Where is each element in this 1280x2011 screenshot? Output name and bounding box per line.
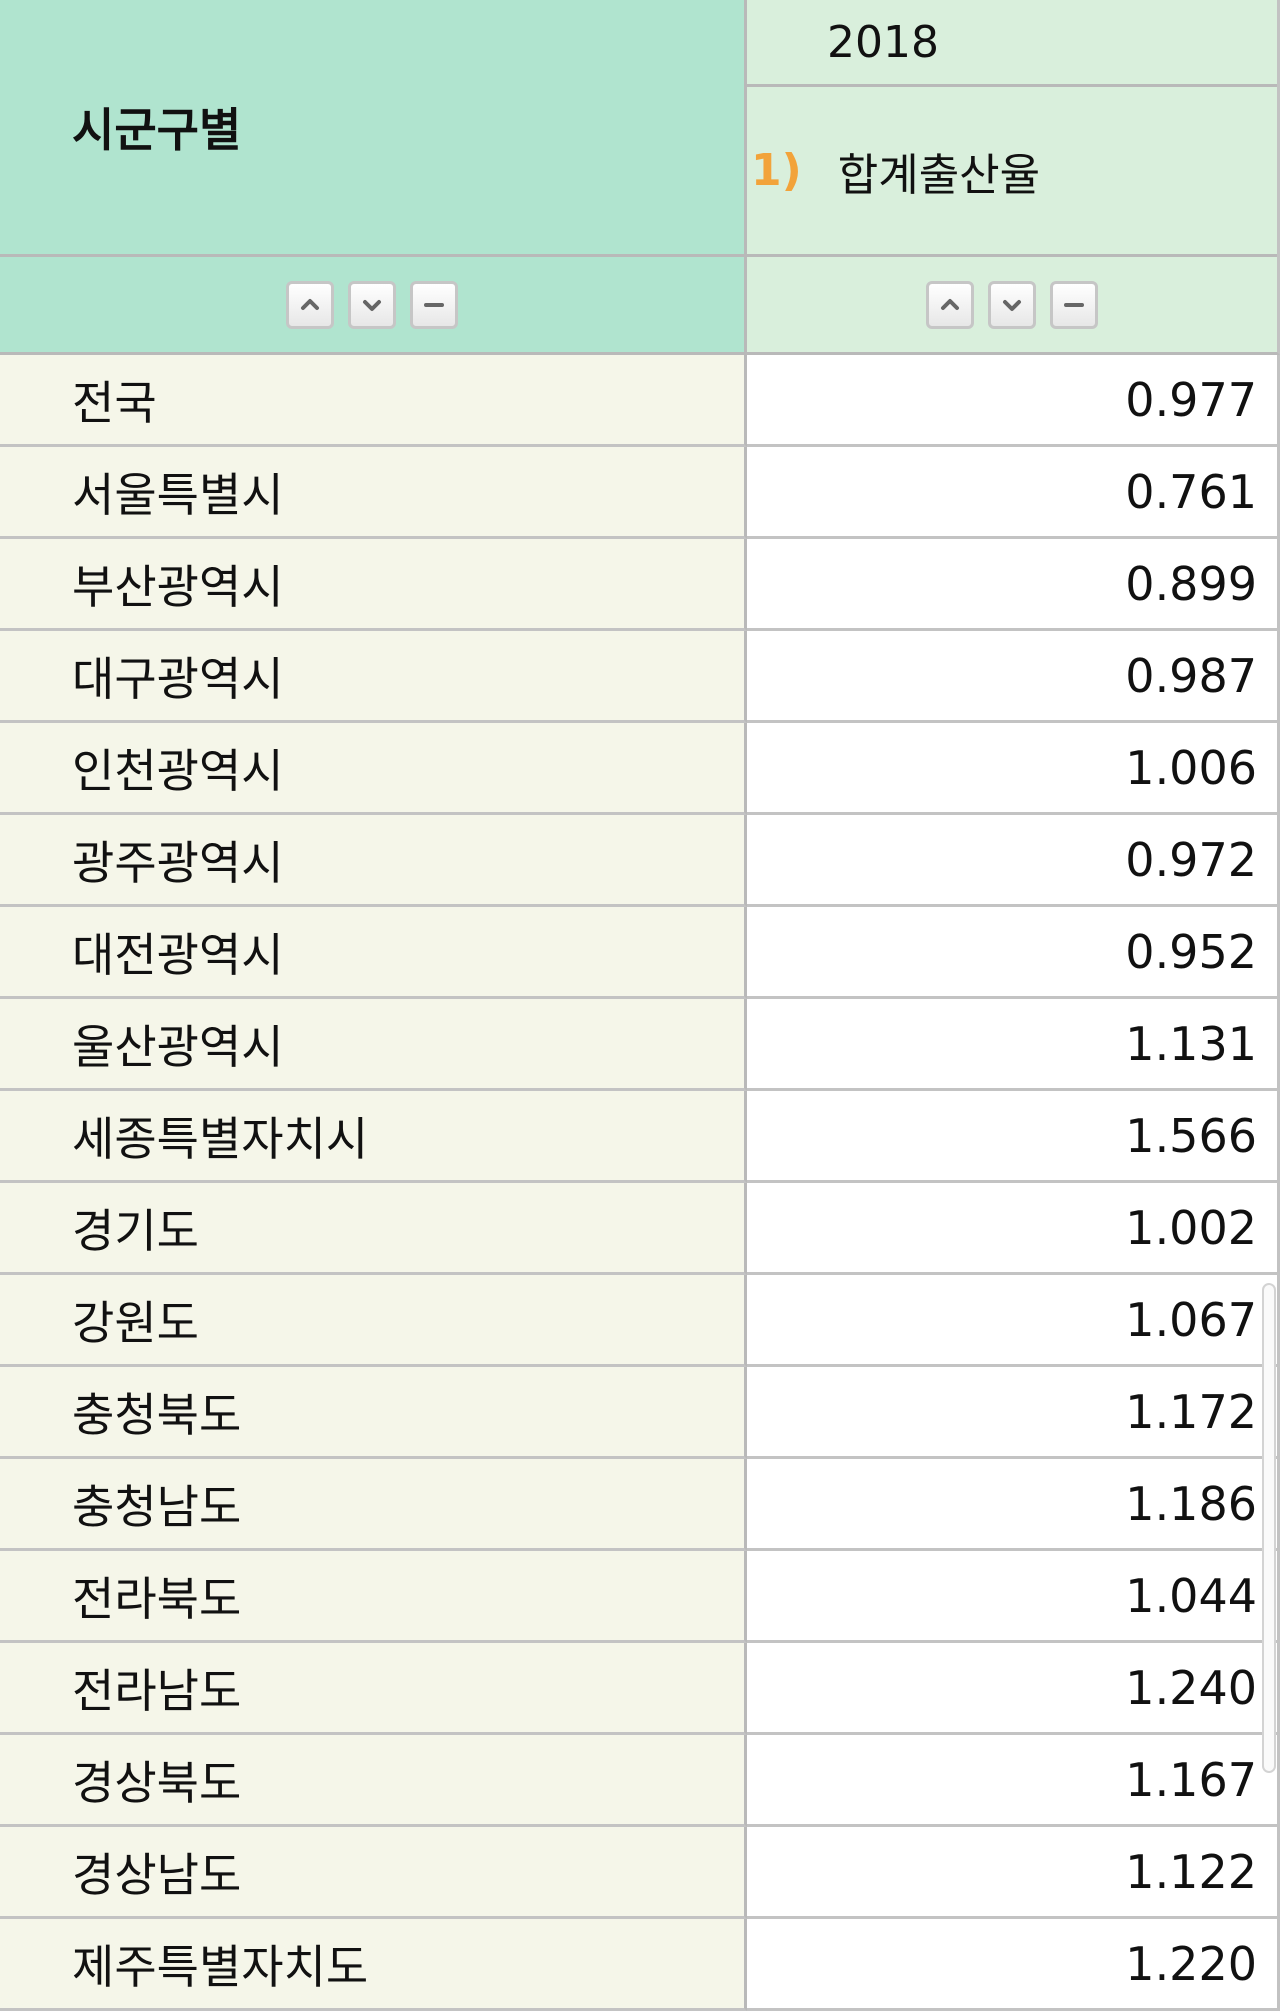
region-cell: 대구광역시 — [0, 631, 747, 723]
value-remove-button[interactable] — [1050, 280, 1098, 329]
region-sort-controls — [0, 257, 747, 355]
sort-ascending-icon — [941, 298, 959, 310]
birth-rate-table: 시군구별 2018 1) 합계출산율 전국 0.977 서울특별시 0.761 … — [0, 0, 1280, 2011]
value-cell: 1.002 — [747, 1183, 1280, 1275]
region-cell: 제주특별자치도 — [0, 1919, 747, 2011]
region-cell: 충청북도 — [0, 1367, 747, 1459]
value-sort-controls — [747, 257, 1280, 355]
region-cell: 전라남도 — [0, 1643, 747, 1735]
region-sort-descending-button[interactable] — [348, 280, 396, 329]
region-cell: 광주광역시 — [0, 815, 747, 907]
region-cell: 전라북도 — [0, 1551, 747, 1643]
region-sort-ascending-button[interactable] — [286, 280, 334, 329]
sort-ascending-icon — [301, 298, 319, 310]
value-cell: 1.122 — [747, 1827, 1280, 1919]
remove-column-icon — [1064, 302, 1084, 307]
year-header: 2018 — [747, 0, 1277, 87]
value-cell: 0.972 — [747, 815, 1280, 907]
region-cell: 서울특별시 — [0, 447, 747, 539]
table-row: 울산광역시 1.131 — [0, 999, 1280, 1091]
remove-column-icon — [424, 302, 444, 307]
table-row: 전라남도 1.240 — [0, 1643, 1280, 1735]
measure-header: 1) 합계출산율 — [747, 87, 1277, 257]
sort-descending-icon — [1003, 299, 1021, 311]
year-label: 2018 — [827, 16, 939, 68]
table-row: 경기도 1.002 — [0, 1183, 1280, 1275]
table-row: 전국 0.977 — [0, 355, 1280, 447]
value-sort-descending-button[interactable] — [988, 280, 1036, 329]
region-cell: 울산광역시 — [0, 999, 747, 1091]
value-cell: 1.167 — [747, 1735, 1280, 1827]
region-cell: 인천광역시 — [0, 723, 747, 815]
table-row: 인천광역시 1.006 — [0, 723, 1280, 815]
table-header: 시군구별 2018 1) 합계출산율 — [0, 0, 1280, 257]
value-cell: 0.952 — [747, 907, 1280, 999]
table-row: 광주광역시 0.972 — [0, 815, 1280, 907]
value-cell: 1.220 — [747, 1919, 1280, 2011]
region-cell: 전국 — [0, 355, 747, 447]
value-cell: 0.899 — [747, 539, 1280, 631]
table-row: 서울특별시 0.761 — [0, 447, 1280, 539]
value-cell: 1.044 — [747, 1551, 1280, 1643]
value-cell: 1.067 — [747, 1275, 1280, 1367]
vertical-scrollbar[interactable] — [1262, 1283, 1276, 1773]
value-cell: 1.131 — [747, 999, 1280, 1091]
table-row: 제주특별자치도 1.220 — [0, 1919, 1280, 2011]
table-row: 대전광역시 0.952 — [0, 907, 1280, 999]
value-cell: 0.987 — [747, 631, 1280, 723]
table-row: 전라북도 1.044 — [0, 1551, 1280, 1643]
region-column-label: 시군구별 — [72, 103, 242, 157]
value-cell: 0.761 — [747, 447, 1280, 539]
value-column-header: 2018 1) 합계출산율 — [747, 0, 1280, 257]
value-sort-ascending-button[interactable] — [926, 280, 974, 329]
region-remove-button[interactable] — [410, 280, 458, 329]
region-cell: 세종특별자치시 — [0, 1091, 747, 1183]
sort-control-row — [0, 257, 1280, 355]
table-body: 전국 0.977 서울특별시 0.761 부산광역시 0.899 대구광역시 0.987… — [0, 355, 1280, 2011]
value-cell: 1.172 — [747, 1367, 1280, 1459]
region-cell: 충청남도 — [0, 1459, 747, 1551]
region-cell: 대전광역시 — [0, 907, 747, 999]
value-cell: 1.240 — [747, 1643, 1280, 1735]
measure-label: 합계출산율 — [837, 149, 1041, 201]
value-cell: 1.006 — [747, 723, 1280, 815]
table-row: 세종특별자치시 1.566 — [0, 1091, 1280, 1183]
value-cell: 0.977 — [747, 355, 1280, 447]
sort-descending-icon — [363, 299, 381, 311]
table-row: 대구광역시 0.987 — [0, 631, 1280, 723]
table-row: 부산광역시 0.899 — [0, 539, 1280, 631]
value-cell: 1.566 — [747, 1091, 1280, 1183]
table-row: 충청북도 1.172 — [0, 1367, 1280, 1459]
value-cell: 1.186 — [747, 1459, 1280, 1551]
table-row: 충청남도 1.186 — [0, 1459, 1280, 1551]
region-cell: 경기도 — [0, 1183, 747, 1275]
table-row: 경상남도 1.122 — [0, 1827, 1280, 1919]
footnote-link[interactable]: 1) — [751, 145, 802, 196]
region-cell: 경상북도 — [0, 1735, 747, 1827]
region-cell: 강원도 — [0, 1275, 747, 1367]
region-cell: 부산광역시 — [0, 539, 747, 631]
region-cell: 경상남도 — [0, 1827, 747, 1919]
table-row: 강원도 1.067 — [0, 1275, 1280, 1367]
table-row: 경상북도 1.167 — [0, 1735, 1280, 1827]
region-column-header: 시군구별 — [0, 0, 747, 257]
